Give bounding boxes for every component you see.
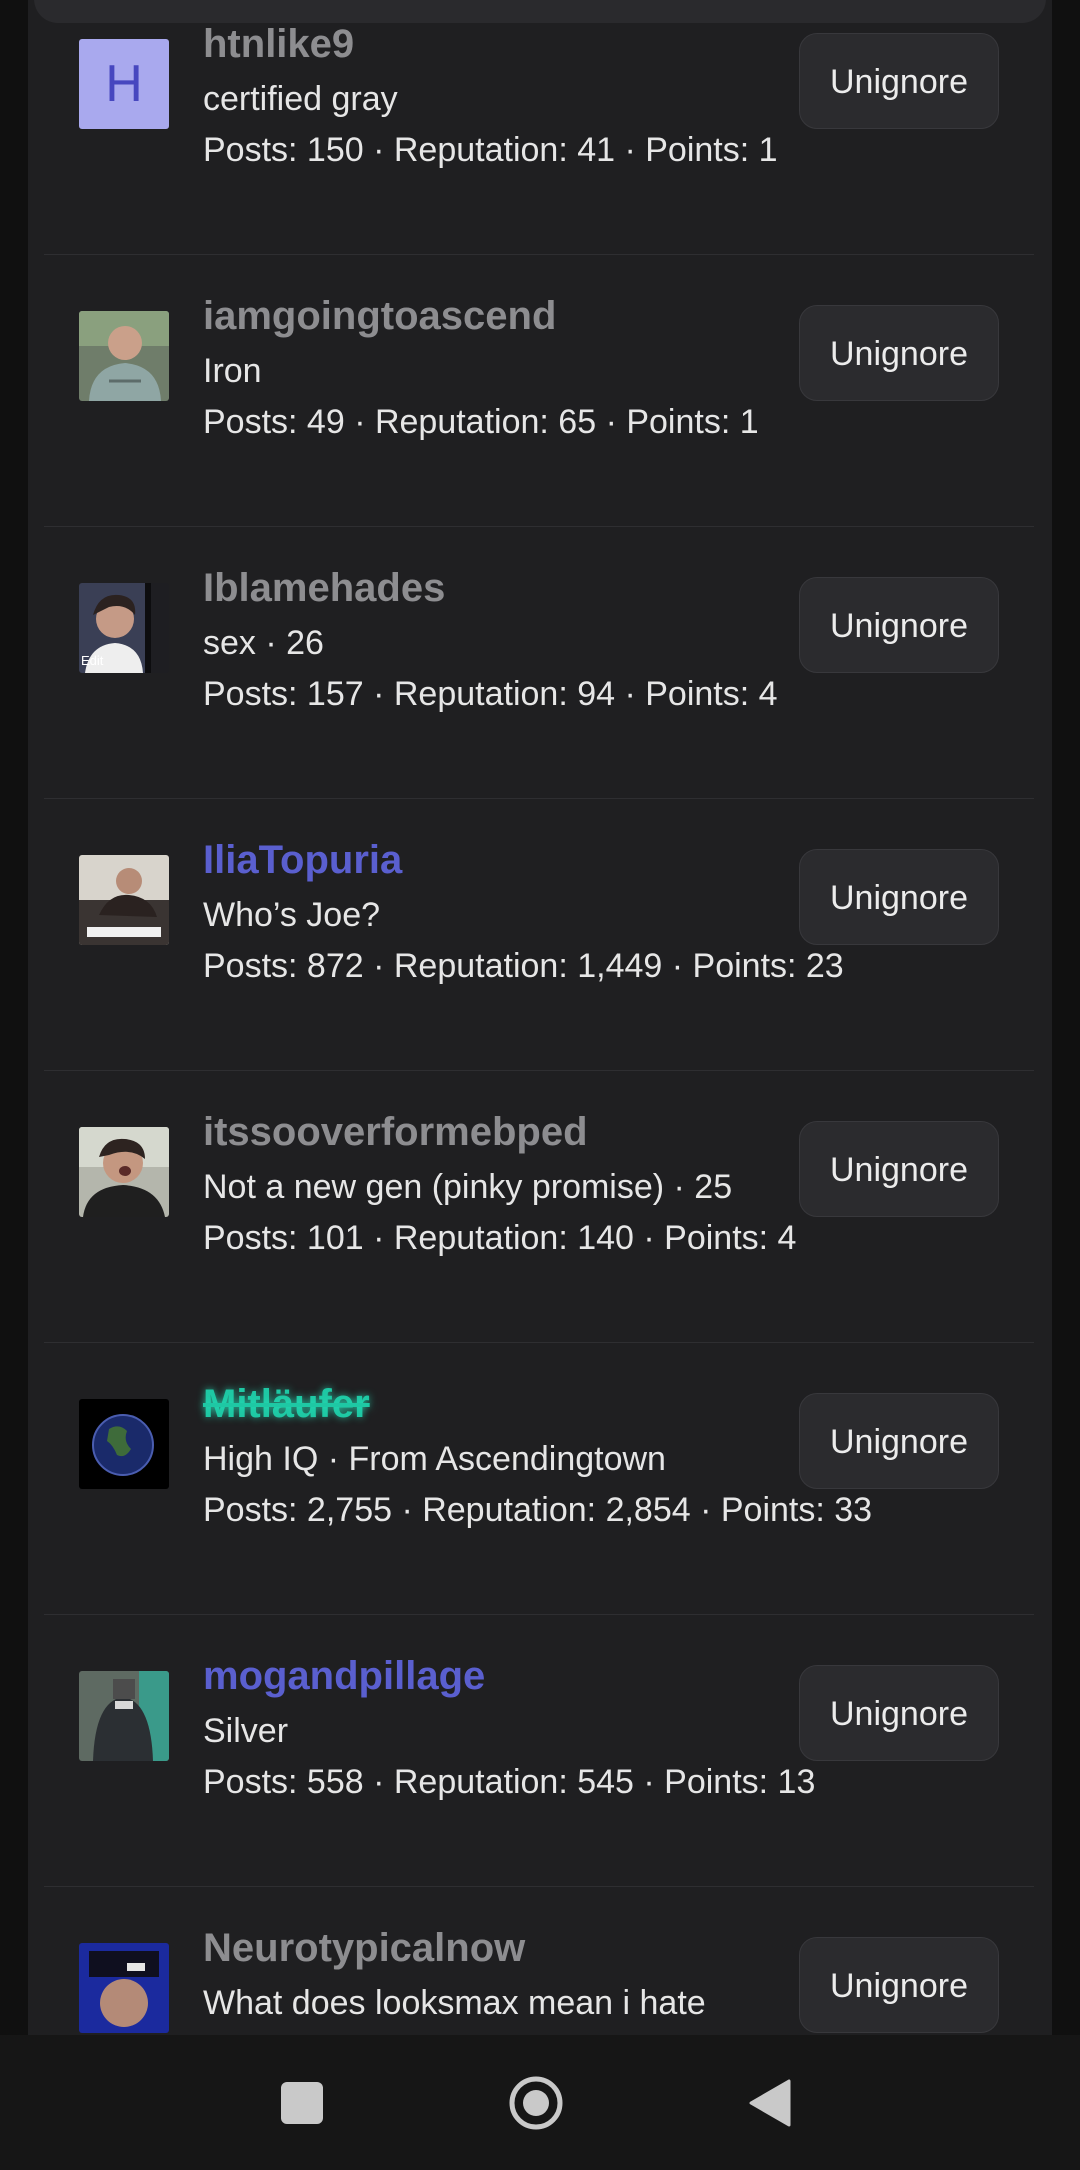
unignore-button[interactable]: Unignore	[799, 577, 999, 673]
avatar-photo	[79, 855, 169, 945]
unignore-button[interactable]: Unignore	[799, 33, 999, 129]
avatar[interactable]	[79, 855, 169, 945]
square-icon[interactable]	[281, 2082, 323, 2124]
username-link[interactable]: IliaTopuria	[203, 838, 402, 883]
avatar[interactable]	[79, 311, 169, 401]
unignore-button[interactable]: Unignore	[799, 1665, 999, 1761]
username-link[interactable]: mogandpillage	[203, 1654, 485, 1699]
user-stats: Posts: 49 · Reputation: 65 · Points: 1	[203, 403, 759, 441]
avatar-photo	[79, 1943, 169, 2033]
avatar[interactable]	[79, 1399, 169, 1489]
avatar[interactable]	[79, 1671, 169, 1761]
user-title: certified gray	[203, 80, 398, 118]
avatar[interactable]	[79, 1127, 169, 1217]
avatar-photo	[79, 1671, 169, 1761]
list-item: Edit Iblamehades sex · 26 Posts: 157 · R…	[44, 526, 1034, 799]
list-item: mogandpillage Silver Posts: 558 · Reputa…	[44, 1614, 1034, 1887]
unignore-button[interactable]: Unignore	[799, 1937, 999, 2033]
user-title: What does looksmax mean i hate	[203, 1984, 706, 2022]
username-link[interactable]: Iblamehades	[203, 566, 445, 611]
avatar[interactable]: H	[79, 39, 169, 129]
avatar-photo	[79, 1399, 169, 1489]
username-link[interactable]: Mitläufer	[203, 1382, 370, 1427]
list-item: H htnlike9 certified gray Posts: 150 · R…	[44, 0, 1034, 255]
user-title: sex · 26	[203, 624, 324, 662]
list-item: Mitläufer High IQ · From Ascendingtown P…	[44, 1342, 1034, 1615]
avatar-edit-caption[interactable]: Edit	[81, 653, 103, 668]
user-title: Who’s Joe?	[203, 896, 381, 934]
user-stats: Posts: 157 · Reputation: 94 · Points: 4	[203, 675, 778, 713]
username-link[interactable]: htnlike9	[203, 22, 354, 67]
user-stats: Posts: 558 · Reputation: 545 · Points: 1…	[203, 1763, 816, 1801]
user-title: Iron	[203, 352, 262, 390]
username-link[interactable]: itssooverformebped	[203, 1110, 588, 1155]
list-item: Neurotypicalnow What does looksmax mean …	[44, 1886, 1034, 2035]
unignore-button[interactable]: Unignore	[799, 849, 999, 945]
username-link[interactable]: Neurotypicalnow	[203, 1926, 525, 1971]
circle-home-icon[interactable]	[508, 2075, 564, 2131]
user-title: Not a new gen (pinky promise) · 25	[203, 1168, 733, 1206]
page: H htnlike9 certified gray Posts: 150 · R…	[0, 0, 1080, 2170]
avatar[interactable]	[79, 1943, 169, 2033]
avatar[interactable]: Edit	[79, 583, 169, 673]
avatar-photo	[79, 311, 169, 401]
username-link[interactable]: iamgoingtoascend	[203, 294, 556, 339]
user-stats: Posts: 2,755 · Reputation: 2,854 · Point…	[203, 1491, 873, 1529]
system-navigation-bar	[0, 2035, 1080, 2170]
user-stats: Posts: 150 · Reputation: 41 · Points: 1	[203, 131, 778, 169]
unignore-button[interactable]: Unignore	[799, 1121, 999, 1217]
user-stats: Posts: 872 · Reputation: 1,449 · Points:…	[203, 947, 844, 985]
user-title: High IQ · From Ascendingtown	[203, 1440, 666, 1478]
unignore-button[interactable]: Unignore	[799, 305, 999, 401]
list-item: iamgoingtoascend Iron Posts: 49 · Reputa…	[44, 254, 1034, 527]
unignore-button[interactable]: Unignore	[799, 1393, 999, 1489]
triangle-back-icon[interactable]	[749, 2079, 791, 2127]
list-item: IliaTopuria Who’s Joe? Posts: 872 · Repu…	[44, 798, 1034, 1071]
avatar-photo	[79, 1127, 169, 1217]
user-title: Silver	[203, 1712, 289, 1750]
ignored-members-list: H htnlike9 certified gray Posts: 150 · R…	[28, 0, 1052, 2035]
list-item: itssooverformebped Not a new gen (pinky …	[44, 1070, 1034, 1343]
user-stats: Posts: 101 · Reputation: 140 · Points: 4	[203, 1219, 797, 1257]
